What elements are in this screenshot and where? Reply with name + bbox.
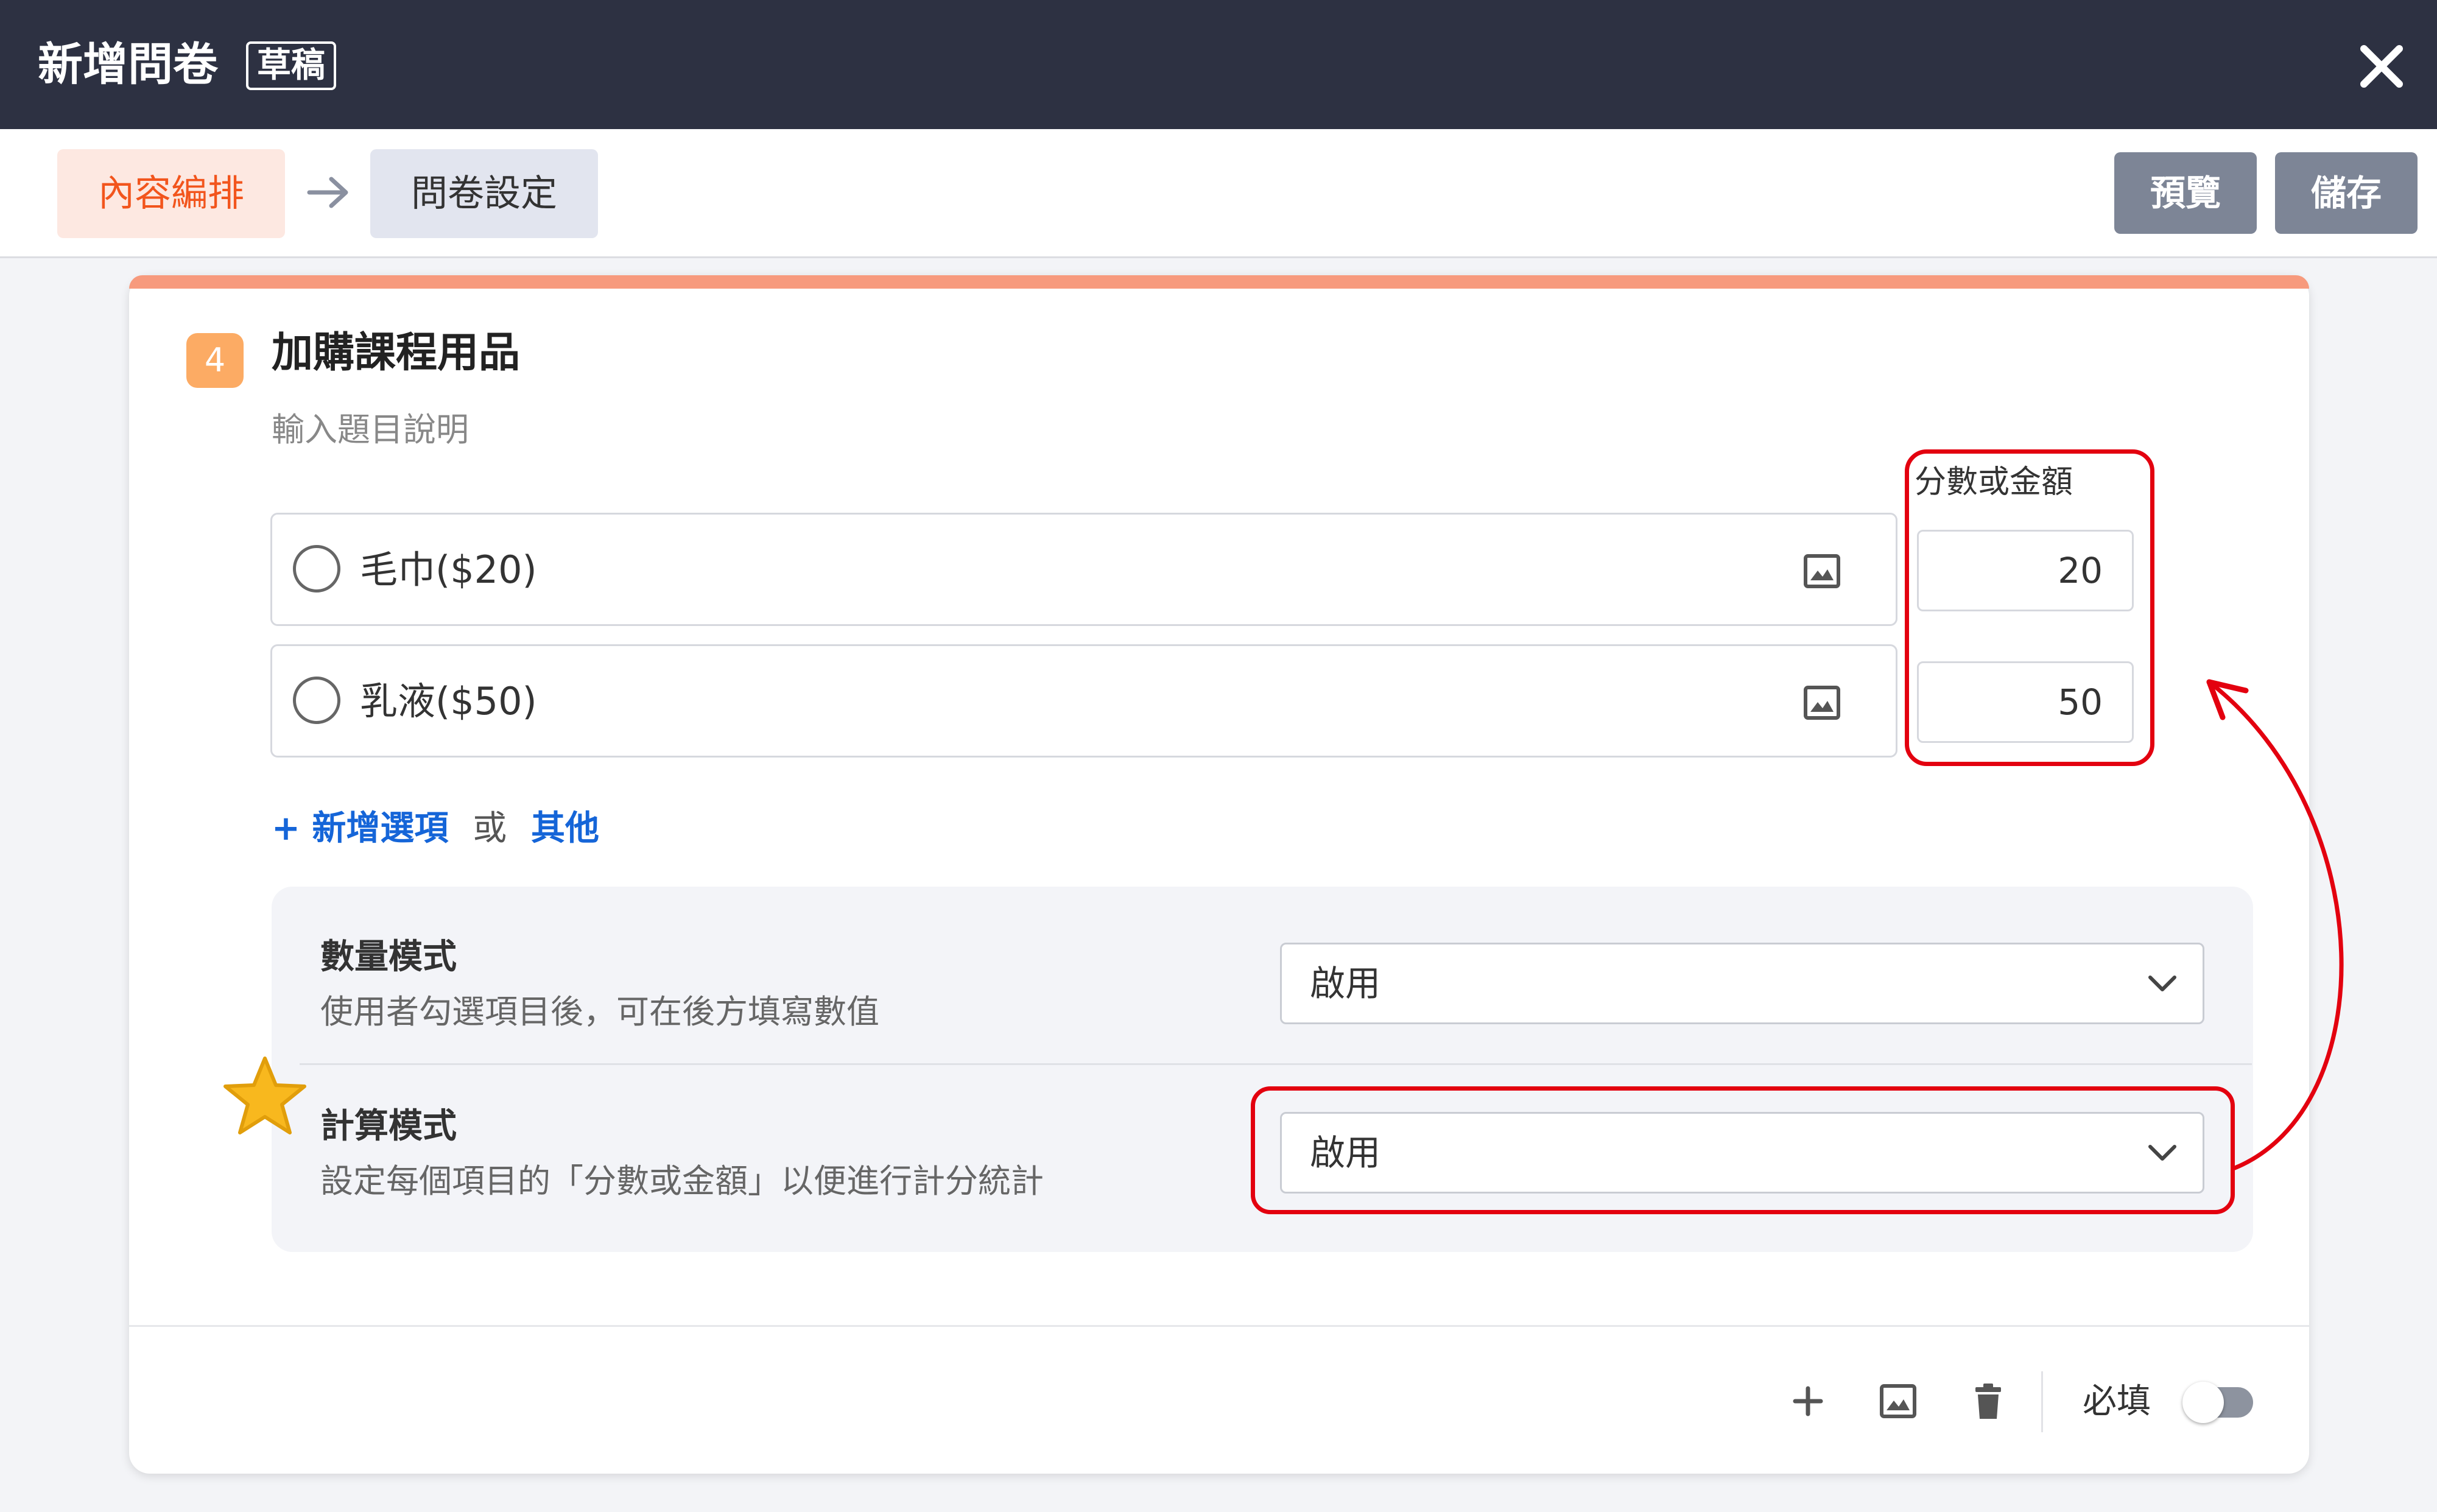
close-icon[interactable] [2354,39,2409,94]
calculation-highlight-box [1251,1086,2235,1214]
status-badge: 草稿 [246,41,336,90]
image-icon[interactable] [1802,683,1842,723]
add-option-row: + 新增選項 或 其他 [272,801,599,856]
save-button[interactable]: 儲存 [2275,152,2418,234]
annotation-arrow [2180,645,2387,1181]
image-icon[interactable] [1877,1380,1919,1422]
option-label[interactable]: 乳液($50) [360,674,537,729]
trash-icon[interactable] [1967,1380,2010,1422]
quantity-mode-select[interactable]: 啟用 [1280,943,2204,1024]
star-icon [220,1053,309,1142]
tab-survey-settings[interactable]: 問卷設定 [370,149,598,238]
question-title[interactable]: 加購課程用品 [272,323,520,384]
image-icon[interactable] [1802,551,1842,591]
question-description-input[interactable]: 輸入題目說明 [272,406,469,454]
preview-button[interactable]: 預覽 [2114,152,2257,234]
score-highlight-box [1905,449,2154,766]
quantity-mode-description: 使用者勾選項目後，可在後方填寫數值 [320,993,879,1031]
add-option-link[interactable]: + 新增選項 [272,809,448,848]
option-row[interactable]: 乳液($50) [270,644,1897,758]
option-row[interactable]: 毛巾($20) [270,513,1897,626]
question-number-badge: 4 [186,333,244,388]
add-other-link[interactable]: 其他 [531,809,599,848]
card-footer-divider [129,1325,2309,1327]
divider [300,1063,2252,1065]
or-text: 或 [473,809,507,848]
add-icon[interactable] [1787,1380,1829,1422]
tab-content-layout[interactable]: 內容編排 [57,149,285,238]
required-toggle[interactable] [2182,1382,2253,1423]
page-title: 新增問卷 [38,38,218,91]
title-bar [0,0,2437,129]
footer-separator [2041,1371,2043,1432]
quantity-mode-title: 數量模式 [320,937,457,977]
toolbar [0,129,2437,258]
calculation-mode-title: 計算模式 [320,1106,457,1146]
radio-button[interactable] [293,545,340,592]
required-label: 必填 [2083,1382,2151,1421]
chevron-down-icon [2144,965,2181,1002]
option-label[interactable]: 毛巾($20) [360,543,537,597]
calculation-mode-description: 設定每個項目的「分數或金額」以便進行計分統計 [320,1162,1044,1200]
card-accent-bar [129,275,2309,289]
select-value: 啟用 [1310,963,1381,1004]
radio-button[interactable] [293,677,340,724]
toggle-knob[interactable] [2182,1382,2224,1423]
arrow-right-icon [304,168,353,217]
